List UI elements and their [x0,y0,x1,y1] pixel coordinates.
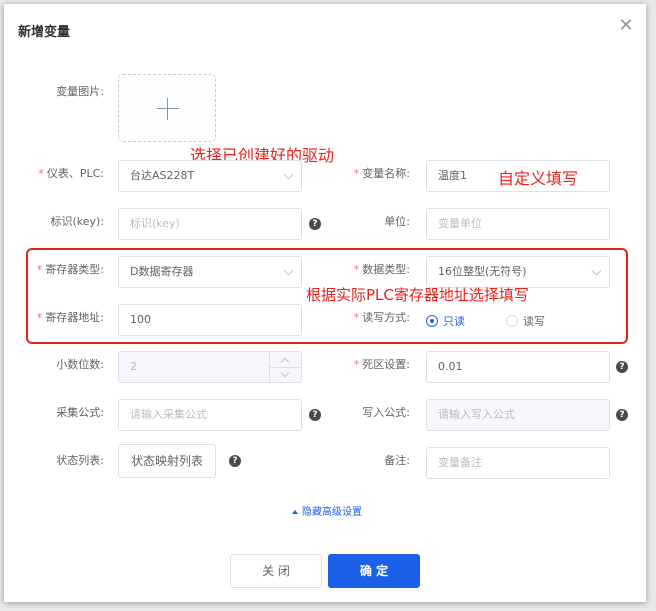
decimals-stepper[interactable]: 2 [118,351,302,383]
var-name-label: * 变量名称: [353,167,410,180]
annotation-custom-fill: 自定义填写 [498,169,579,188]
chevron-down-icon [283,169,294,180]
register-type-select[interactable]: D数据寄存器 [118,256,302,288]
dialog-title: 新增变量 [18,25,71,40]
write-formula-label: 写入公式: [362,406,410,419]
device-select[interactable]: 台达AS228T [118,160,302,192]
help-icon[interactable]: ? [616,361,628,373]
stepper-controls[interactable] [269,352,301,382]
write-formula-placeholder: 请输入写入公式 [438,408,515,421]
chevron-down-icon [280,368,290,378]
close-button[interactable]: 关 闭 [230,554,322,588]
register-address-input[interactable]: 100 [118,304,302,336]
chevron-down-icon [283,265,294,276]
device-select-value: 台达AS228T [130,169,195,182]
data-type-value: 16位整型(无符号) [438,265,527,278]
chevron-down-icon [591,265,602,276]
register-address-label: * 寄存器地址: [36,311,104,324]
data-type-label: * 数据类型: [353,263,410,276]
dead-zone-label: * 死区设置: [353,358,410,371]
dead-zone-input[interactable]: 0.01 [426,351,610,383]
help-icon[interactable]: ? [616,409,628,421]
identifier-placeholder: 标识(key) [130,217,180,230]
collect-formula-label: 采集公式: [56,406,104,419]
add-variable-dialog: 新增变量 ✕ 变量图片: 选择已创建好的驱动 * 仪表、PLC: 台达AS228T… [4,4,646,602]
unit-label: 单位: [384,215,410,228]
close-icon[interactable]: ✕ [616,16,636,36]
radio-read-write-label: 读写 [523,315,545,328]
plus-icon [157,108,179,109]
register-type-label: * 寄存器类型: [36,263,104,276]
caret-up-icon [292,510,298,514]
var-name-value: 温度1 [438,169,467,182]
device-label: * 仪表、PLC: [38,167,104,180]
image-upload[interactable] [118,74,216,142]
remark-label: 备注: [384,454,410,467]
status-mapping-button[interactable]: 状态映射列表 [118,444,216,478]
image-label: 变量图片: [56,85,104,98]
register-address-value: 100 [130,313,151,326]
hide-advanced-toggle[interactable]: 隐藏高级设置 [292,503,362,518]
collect-formula-placeholder: 请输入采集公式 [130,408,207,421]
confirm-button[interactable]: 确 定 [328,554,420,588]
write-formula-input[interactable]: 请输入写入公式 [426,399,610,431]
identifier-label: 标识(key): [50,215,104,228]
unit-input[interactable]: 变量单位 [426,208,610,240]
register-type-value: D数据寄存器 [130,265,194,278]
remark-input[interactable]: 变量备注 [426,447,610,479]
help-icon[interactable]: ? [229,455,241,467]
radio-dot [426,315,438,327]
decimals-value: 2 [130,360,137,373]
status-list-label: 状态列表: [56,454,104,467]
radio-dot [506,315,518,327]
radio-read-only-label: 只读 [443,315,465,328]
plus-icon [167,98,168,120]
unit-placeholder: 变量单位 [438,217,482,230]
remark-placeholder: 变量备注 [438,456,482,469]
collect-formula-input[interactable]: 请输入采集公式 [118,399,302,431]
identifier-input[interactable]: 标识(key) [118,208,302,240]
decimals-label: 小数位数: [56,358,104,371]
hide-advanced-label: 隐藏高级设置 [302,507,362,518]
chevron-up-icon [280,357,290,367]
dead-zone-value: 0.01 [438,360,463,373]
rw-mode-label: * 读写方式: [353,311,410,324]
